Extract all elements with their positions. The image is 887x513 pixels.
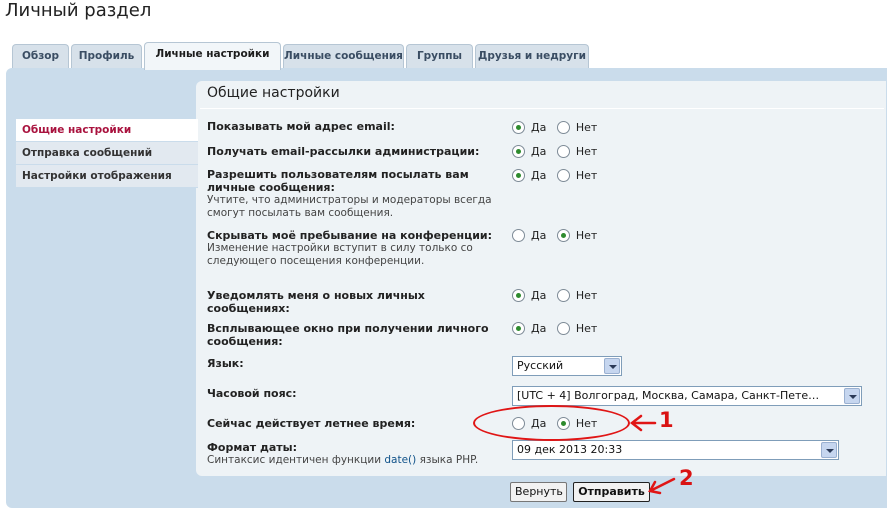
page-title: Личный раздел xyxy=(5,0,152,21)
note-suffix: языка PHP. xyxy=(416,454,479,466)
language-select[interactable]: Русский xyxy=(512,356,622,376)
row-label-text: Разрешить пользователям посылать вам лич… xyxy=(207,168,469,194)
popup-pm-radios: Да Нет xyxy=(512,321,604,336)
side-item-display[interactable]: Настройки отображения xyxy=(16,165,198,188)
notify-pm-label: Уведомлять меня о новых личных сообщения… xyxy=(207,289,467,315)
allow-pm-label: Разрешить пользователям посылать вам лич… xyxy=(207,168,507,220)
dst-label: Сейчас действует летнее время: xyxy=(207,417,416,430)
admin-email-no-radio[interactable] xyxy=(556,144,570,158)
radio-yes-label: Да xyxy=(531,144,547,158)
tab-personal-settings[interactable]: Личные настройки xyxy=(144,42,281,70)
radio-yes-label: Да xyxy=(531,321,547,335)
row-label-text: Уведомлять меня о новых личных сообщения… xyxy=(207,289,425,315)
show-email-no-radio[interactable] xyxy=(556,120,570,134)
tab-profile[interactable]: Профиль xyxy=(71,44,142,68)
admin-email-yes-radio[interactable] xyxy=(512,144,525,158)
hide-online-yes-radio[interactable] xyxy=(512,228,525,242)
tab-private-messages[interactable]: Личные сообщения xyxy=(283,44,404,68)
admin-email-label: Получать email-рассылки администрации: xyxy=(207,145,507,158)
language-value: Русский xyxy=(517,359,564,372)
popup-pm-label: Всплывающее окно при получении личного с… xyxy=(207,322,507,348)
hide-online-note: Изменение настройки вступит в силу тольк… xyxy=(207,242,473,267)
show-email-label: Показывать мой адрес email: xyxy=(207,120,507,133)
radio-no-label: Нет xyxy=(575,321,598,335)
tab-friends-foes[interactable]: Друзья и недруги xyxy=(475,44,589,68)
show-email-radios: Да Нет xyxy=(512,120,604,135)
popup-pm-no-radio[interactable] xyxy=(556,321,570,335)
radio-yes-label: Да xyxy=(531,288,547,302)
timezone-value: [UTC + 4] Волгоград, Москва, Самара, Сан… xyxy=(517,389,820,402)
row-label-text: Всплывающее окно при получении личного с… xyxy=(207,322,489,348)
row-label-text: Показывать мой адрес email: xyxy=(207,120,395,133)
reset-button[interactable]: Вернуть xyxy=(510,482,567,502)
allow-pm-note: Учтите, что администраторы и модераторы … xyxy=(207,194,492,219)
radio-no-label: Нет xyxy=(575,120,598,134)
date-format-note: Синтаксис идентичен функции date() языка… xyxy=(207,454,507,467)
chevron-down-icon xyxy=(844,388,860,404)
notify-pm-yes-radio[interactable] xyxy=(512,288,525,302)
side-item-general[interactable]: Общие настройки xyxy=(16,119,198,142)
row-label-text: Формат даты: xyxy=(207,441,297,454)
side-menu: Общие настройки Отправка сообщений Настр… xyxy=(16,119,198,188)
allow-pm-no-radio[interactable] xyxy=(556,168,570,182)
timezone-select[interactable]: [UTC + 4] Волгоград, Москва, Самара, Сан… xyxy=(512,386,862,406)
note-prefix: Синтаксис идентичен функции xyxy=(207,454,385,466)
popup-pm-yes-radio[interactable] xyxy=(512,321,525,335)
tab-groups[interactable]: Группы xyxy=(406,44,473,68)
hide-online-no-radio[interactable] xyxy=(556,228,570,242)
chevron-down-icon xyxy=(604,358,620,374)
submit-button[interactable]: Отправить xyxy=(573,482,650,502)
row-label-text: Скрывать моё пребывание на конференции: xyxy=(207,229,493,242)
notify-pm-no-radio[interactable] xyxy=(556,288,570,302)
radio-no-label: Нет xyxy=(575,168,598,182)
radio-no-label: Нет xyxy=(575,228,598,242)
tab-overview[interactable]: Обзор xyxy=(12,44,69,68)
allow-pm-radios: Да Нет xyxy=(512,168,604,183)
language-label: Язык: xyxy=(207,357,244,370)
timezone-label: Часовой пояс: xyxy=(207,387,297,400)
radio-yes-label: Да xyxy=(531,228,547,242)
allow-pm-yes-radio[interactable] xyxy=(512,168,525,182)
annotation-ellipse xyxy=(473,405,630,441)
show-email-yes-radio[interactable] xyxy=(512,120,525,134)
annotation-number-1: 1 xyxy=(659,408,674,432)
divider xyxy=(200,108,884,109)
radio-yes-label: Да xyxy=(531,168,547,182)
hide-online-radios: Да Нет xyxy=(512,228,604,243)
date-format-select[interactable]: 09 дек 2013 20:33 xyxy=(512,440,839,460)
chevron-down-icon xyxy=(821,442,837,458)
notify-pm-radios: Да Нет xyxy=(512,288,604,303)
radio-no-label: Нет xyxy=(575,144,598,158)
radio-no-label: Нет xyxy=(575,288,598,302)
admin-email-radios: Да Нет xyxy=(512,144,604,159)
row-label-text: Получать email-рассылки администрации: xyxy=(207,145,480,158)
section-title: Общие настройки xyxy=(207,85,340,101)
hide-online-label: Скрывать моё пребывание на конференции: … xyxy=(207,229,502,268)
date-format-label: Формат даты: Синтаксис идентичен функции… xyxy=(207,441,507,467)
radio-yes-label: Да xyxy=(531,120,547,134)
date-format-value: 09 дек 2013 20:33 xyxy=(517,443,623,456)
side-item-posting[interactable]: Отправка сообщений xyxy=(16,142,198,165)
date-function-link[interactable]: date() xyxy=(384,454,416,466)
annotation-number-2: 2 xyxy=(679,466,694,490)
